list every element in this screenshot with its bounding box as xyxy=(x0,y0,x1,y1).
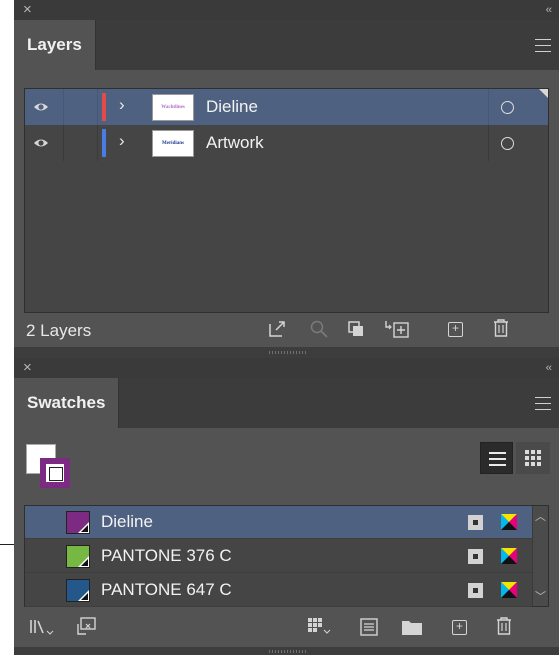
swatches-scrollbar[interactable]: ︿ ﹀ xyxy=(532,506,548,606)
spot-color-icon xyxy=(468,515,483,530)
trash-icon[interactable] xyxy=(492,318,510,338)
expand-chevron-icon[interactable]: › xyxy=(119,131,125,151)
swatch-library-icon[interactable] xyxy=(28,617,54,637)
tab-layers[interactable]: Layers xyxy=(14,20,96,70)
place-swatches-icon[interactable] xyxy=(76,616,98,636)
layer-name[interactable]: Dieline xyxy=(206,97,258,117)
target-circle-icon[interactable] xyxy=(501,101,514,114)
layers-tab-row: Layers xyxy=(14,20,559,70)
swatches-tab-row: Swatches xyxy=(14,378,559,428)
resize-handle[interactable] xyxy=(14,347,559,358)
new-layer-icon[interactable]: + xyxy=(448,322,463,337)
layers-panel-titlebar[interactable]: × ‹‹ xyxy=(14,0,559,20)
spot-color-icon xyxy=(468,549,483,564)
fill-stroke-indicator[interactable] xyxy=(26,444,82,498)
swatch-chip xyxy=(66,511,90,534)
layer-row-artwork[interactable]: › Meridians Artwork xyxy=(25,125,548,161)
resize-handle[interactable] xyxy=(14,647,559,655)
swatches-footer: + xyxy=(14,609,559,645)
list-view-icon[interactable] xyxy=(480,442,513,474)
layer-name[interactable]: Artwork xyxy=(206,133,264,153)
swatch-row-pantone-376[interactable]: PANTONE 376 C xyxy=(25,540,532,573)
locate-object-icon xyxy=(310,320,328,338)
layers-list: › Wachtlines Dieline › Meridians Artwork xyxy=(24,88,549,313)
trash-icon[interactable] xyxy=(495,616,513,636)
swatches-panel: × ‹‹ Swatches Dieline PANTONE 376 C PANT… xyxy=(14,358,559,655)
swatch-row-pantone-647[interactable]: PANTONE 647 C xyxy=(25,574,532,607)
swatch-chip xyxy=(66,545,90,568)
make-clipping-mask-icon[interactable] xyxy=(347,320,365,338)
show-swatch-kinds-icon[interactable] xyxy=(306,616,332,636)
layers-footer: 2 Layers + xyxy=(14,313,559,347)
thumbnail-view-icon[interactable] xyxy=(516,442,550,474)
scroll-up-icon[interactable]: ︿ xyxy=(535,508,546,524)
export-icon[interactable] xyxy=(267,319,287,339)
cmyk-mode-icon xyxy=(501,514,517,530)
canvas-edge-line xyxy=(0,544,14,545)
scroll-down-icon[interactable]: ﹀ xyxy=(535,588,546,604)
swatch-options-icon[interactable] xyxy=(360,618,378,636)
cmyk-mode-icon xyxy=(501,582,517,598)
layer-thumbnail: Wachtlines xyxy=(152,94,194,121)
collapse-icon[interactable]: ‹‹ xyxy=(546,2,552,18)
visibility-eye-icon[interactable] xyxy=(33,136,49,150)
close-icon[interactable]: × xyxy=(23,359,32,377)
swatch-name: PANTONE 647 C xyxy=(101,580,232,599)
panel-menu-icon[interactable] xyxy=(535,39,551,57)
panel-menu-icon[interactable] xyxy=(535,397,551,415)
new-swatch-icon[interactable]: + xyxy=(452,620,467,635)
swatches-list: Dieline PANTONE 376 C PANTONE 647 C ︿ ﹀ xyxy=(24,505,549,607)
swatch-name: PANTONE 376 C xyxy=(101,546,232,565)
swatch-name: Dieline xyxy=(101,512,153,531)
layers-panel: × ‹‹ Layers › Wachtlines Dieline › Merid… xyxy=(14,0,559,358)
cmyk-mode-icon xyxy=(501,548,517,564)
layer-color-indicator xyxy=(102,129,106,157)
swatch-row-dieline[interactable]: Dieline xyxy=(25,506,532,539)
tab-swatches[interactable]: Swatches xyxy=(14,378,120,428)
new-color-group-icon[interactable] xyxy=(401,618,423,636)
collapse-icon[interactable]: ‹‹ xyxy=(546,360,552,376)
new-sublayer-icon[interactable] xyxy=(384,319,412,339)
layer-row-dieline[interactable]: › Wachtlines Dieline xyxy=(25,89,548,125)
visibility-eye-icon[interactable] xyxy=(33,100,49,114)
close-icon[interactable]: × xyxy=(23,1,32,19)
view-toggle xyxy=(480,442,550,474)
layer-count: 2 Layers xyxy=(26,321,92,340)
layer-thumbnail: Meridians xyxy=(152,130,194,157)
expand-chevron-icon[interactable]: › xyxy=(119,95,125,115)
swatch-chip xyxy=(66,579,90,602)
layer-color-indicator xyxy=(102,93,106,121)
swatches-panel-titlebar[interactable]: × ‹‹ xyxy=(14,358,559,378)
spot-color-icon xyxy=(468,583,483,598)
target-circle-icon[interactable] xyxy=(501,137,514,150)
stroke-swatch[interactable] xyxy=(40,458,70,488)
current-layer-indicator-icon xyxy=(539,89,548,98)
